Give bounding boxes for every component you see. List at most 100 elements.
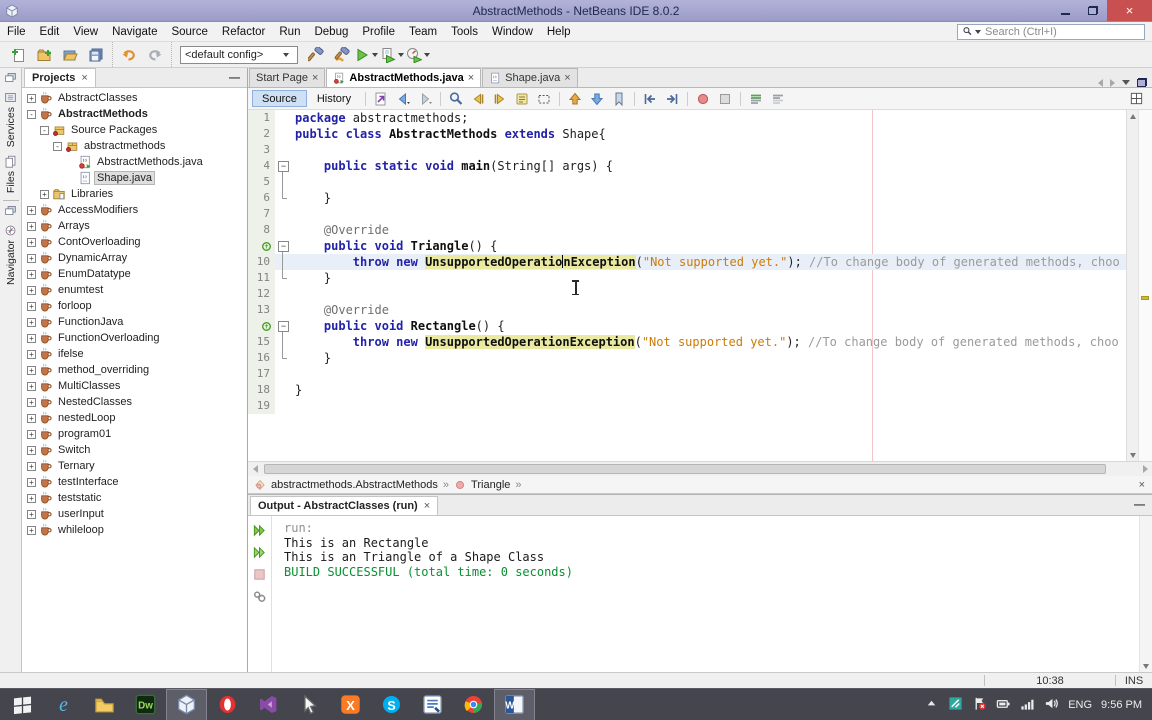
- rerun-with-options-button[interactable]: [251, 543, 269, 561]
- forward-button[interactable]: [414, 89, 436, 109]
- shift-left-button[interactable]: [639, 89, 661, 109]
- tree-item-source-packages[interactable]: - Source Packages: [22, 122, 247, 138]
- tree-expander-icon[interactable]: +: [27, 221, 36, 231]
- output-scrollbar[interactable]: [1139, 516, 1152, 672]
- stop-macro-button[interactable]: [714, 89, 736, 109]
- tree-item-program01[interactable]: + program01: [22, 426, 247, 442]
- source-view-button[interactable]: Source: [252, 90, 307, 107]
- menu-file[interactable]: File: [0, 24, 33, 40]
- build-project-button[interactable]: [303, 43, 329, 66]
- code-line[interactable]: 15 throw new UnsupportedOperationExcepti…: [248, 334, 1126, 350]
- tree-expander-icon[interactable]: +: [27, 413, 36, 423]
- config-select[interactable]: <default config>: [180, 45, 298, 64]
- find-previous-button[interactable]: [467, 89, 489, 109]
- close-icon[interactable]: ×: [424, 500, 430, 512]
- tab-start-page[interactable]: Start Page ×: [249, 68, 326, 87]
- skype-taskbar-button[interactable]: S: [371, 689, 412, 720]
- tree-expander-icon[interactable]: +: [27, 509, 36, 519]
- tree-item-method-overriding[interactable]: + method_overriding: [22, 362, 247, 378]
- code-line[interactable]: 18}: [248, 382, 1126, 398]
- editor-horizontal-scrollbar[interactable]: [248, 461, 1152, 476]
- menu-run[interactable]: Run: [272, 24, 307, 40]
- code-line[interactable]: 4 public static void main(String[] args)…: [248, 158, 1126, 174]
- tree-item-dynamicarray[interactable]: + DynamicArray: [22, 250, 247, 266]
- power-tray-button[interactable]: [996, 696, 1011, 714]
- scroll-down-icon[interactable]: [1140, 660, 1152, 672]
- stop-button[interactable]: [251, 565, 269, 583]
- tree-expander-icon[interactable]: +: [40, 189, 49, 199]
- tree-expander-icon[interactable]: +: [27, 301, 36, 311]
- menu-team[interactable]: Team: [402, 24, 444, 40]
- tree-expander-icon[interactable]: +: [27, 365, 36, 375]
- taskbar-clock[interactable]: 9:56 PM: [1101, 699, 1142, 711]
- tree-expander-icon[interactable]: +: [27, 93, 36, 103]
- new-file-button[interactable]: [5, 43, 31, 66]
- word-taskbar-button[interactable]: W: [494, 688, 535, 720]
- tree-item-enumdatatype[interactable]: + EnumDatatype: [22, 266, 247, 282]
- tab-abstractmethods-java[interactable]: AbstractMethods.java ×: [326, 68, 482, 87]
- redo-button[interactable]: [142, 43, 168, 66]
- editor-vertical-scrollbar[interactable]: [1126, 110, 1138, 461]
- tree-item-shape-java[interactable]: Shape.java: [22, 170, 247, 186]
- previous-bookmark-button[interactable]: [564, 89, 586, 109]
- code-line[interactable]: 6 }: [248, 190, 1126, 206]
- code-line[interactable]: 8 @Override: [248, 222, 1126, 238]
- fold-start-icon[interactable]: [275, 238, 291, 254]
- tree-expander-icon[interactable]: +: [27, 525, 36, 535]
- tree-item-abstractmethods[interactable]: - AbstractMethods: [22, 106, 247, 122]
- tree-item-multiclasses[interactable]: + MultiClasses: [22, 378, 247, 394]
- scroll-left-icon[interactable]: [248, 462, 262, 476]
- close-icon[interactable]: ×: [81, 72, 87, 84]
- tree-item-teststatic[interactable]: + teststatic: [22, 490, 247, 506]
- fold-start-icon[interactable]: [275, 318, 291, 334]
- undo-button[interactable]: [116, 43, 142, 66]
- restore-button[interactable]: [1079, 0, 1107, 21]
- tree-item-functionjava[interactable]: + FunctionJava: [22, 314, 247, 330]
- new-project-button[interactable]: [31, 43, 57, 66]
- run-project-button[interactable]: [355, 43, 381, 66]
- menu-view[interactable]: View: [66, 24, 105, 40]
- tree-expander-icon[interactable]: +: [27, 205, 36, 215]
- minimize-panel-icon[interactable]: —: [229, 72, 240, 84]
- tree-expander-icon[interactable]: +: [27, 461, 36, 471]
- close-icon[interactable]: ×: [564, 72, 570, 84]
- internet-explorer-taskbar-button[interactable]: e: [43, 689, 84, 720]
- tree-item-whileloop[interactable]: + whileloop: [22, 522, 247, 538]
- rail-tab-navigator[interactable]: Navigator: [4, 220, 17, 289]
- tree-expander-icon[interactable]: +: [27, 493, 36, 503]
- rail-tab-files[interactable]: Files: [4, 151, 17, 197]
- open-project-button[interactable]: [57, 43, 83, 66]
- minimize-panel-icon[interactable]: —: [1134, 499, 1145, 511]
- menu-profile[interactable]: Profile: [355, 24, 402, 40]
- scrollbar-thumb[interactable]: [264, 464, 1106, 474]
- breadcrumb-item-triangle[interactable]: Triangle: [471, 479, 510, 491]
- tree-item-libraries[interactable]: + Libraries: [22, 186, 247, 202]
- tree-expander-icon[interactable]: +: [27, 381, 36, 391]
- tree-item-forloop[interactable]: + forloop: [22, 298, 247, 314]
- tree-item-abstractmethods-java[interactable]: AbstractMethods.java: [22, 154, 247, 170]
- tree-expander-icon[interactable]: +: [27, 397, 36, 407]
- tab-shape-java[interactable]: Shape.java ×: [482, 68, 578, 87]
- tree-item-nestedclasses[interactable]: + NestedClasses: [22, 394, 247, 410]
- tree-item-enumtest[interactable]: + enumtest: [22, 282, 247, 298]
- debug-project-button[interactable]: [381, 43, 407, 66]
- tree-item-functionoverloading[interactable]: + FunctionOverloading: [22, 330, 247, 346]
- action-center-tray-button[interactable]: [972, 696, 987, 714]
- comment-button[interactable]: [745, 89, 767, 109]
- error-stripe[interactable]: [1138, 110, 1152, 461]
- code-line[interactable]: 13 @Override: [248, 302, 1126, 318]
- tree-item-accessmodifiers[interactable]: + AccessModifiers: [22, 202, 247, 218]
- settings-button[interactable]: [251, 587, 269, 605]
- tree-expander-icon[interactable]: +: [27, 333, 36, 343]
- text-app-taskbar-button[interactable]: [412, 689, 453, 720]
- minimize-button[interactable]: [1051, 0, 1079, 21]
- menu-source[interactable]: Source: [164, 24, 214, 40]
- code-line[interactable]: 5: [248, 174, 1126, 190]
- fold-start-icon[interactable]: [275, 158, 291, 174]
- find-next-button[interactable]: [489, 89, 511, 109]
- tree-expander-icon[interactable]: +: [27, 253, 36, 263]
- close-icon[interactable]: ×: [468, 72, 474, 84]
- history-view-button[interactable]: History: [307, 90, 361, 107]
- close-button[interactable]: ×: [1107, 0, 1152, 21]
- tree-item-abstractmethods[interactable]: - abstractmethods: [22, 138, 247, 154]
